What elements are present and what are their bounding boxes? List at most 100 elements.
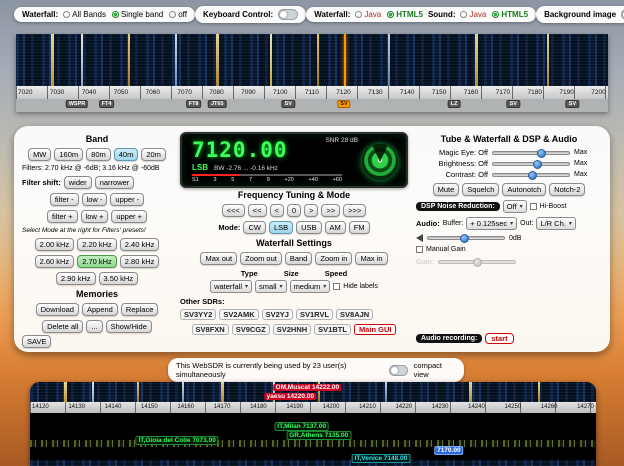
mode-button[interactable]: CW (243, 221, 266, 234)
band-marker[interactable]: LZ (448, 100, 461, 108)
compact-view-toggle[interactable] (389, 365, 408, 376)
volume-thumb[interactable] (460, 234, 469, 243)
band-marker[interactable]: JT65 (208, 100, 227, 108)
station-tag[interactable]: 7170.00 (434, 446, 464, 455)
filter-preset-button[interactable]: 3.50 kHz (99, 272, 139, 285)
filter-shift-button[interactable]: low - (82, 193, 108, 206)
station-tag[interactable]: IT,Gioia del Colle 7073.00 (136, 436, 219, 445)
filter-preset-button[interactable]: 2.90 kHz (56, 272, 96, 285)
waterfall-speed-select[interactable]: medium (290, 280, 331, 293)
station-tag[interactable]: IT,Venice 7148.00 (352, 454, 411, 463)
buffer-select[interactable]: + 0.125sec (466, 217, 517, 230)
tuning-step-button[interactable]: <<< (222, 204, 245, 217)
audio-function-button[interactable]: Squelch (462, 183, 499, 196)
mode-button[interactable]: FM (349, 221, 370, 234)
other-sdr-link[interactable]: SV1BTL (314, 324, 351, 335)
waterfall-zoom-button[interactable]: Max in (355, 252, 387, 265)
volume-slider[interactable] (427, 236, 505, 240)
waterfall-option-radio[interactable]: off (169, 10, 187, 19)
band-button[interactable]: 40m (114, 148, 139, 161)
filter-preset-button[interactable]: 2.00 kHz (35, 238, 75, 251)
band-button[interactable]: MW (28, 148, 51, 161)
band-marker[interactable]: FT8 (186, 100, 202, 108)
slider-thumb[interactable] (528, 171, 537, 180)
band-marker[interactable]: WSPR (66, 100, 89, 108)
audio-function-button[interactable]: Notch-2 (549, 183, 585, 196)
filter-shift-button[interactable]: upper - (110, 193, 144, 206)
band-marker[interactable]: SV (566, 100, 579, 108)
memory-button[interactable]: Append (82, 303, 118, 316)
filter-shift-button[interactable]: low + (81, 210, 109, 223)
mode-button[interactable]: LSB (269, 221, 293, 234)
waterfall-zoom-button[interactable]: Zoom in (315, 252, 352, 265)
waterfall-render-radio[interactable]: Java (355, 10, 381, 19)
frequency-scale-20m[interactable]: 1412014130141401415014160141701418014190… (30, 402, 596, 413)
waterfall-render-radio[interactable]: HTML5 (387, 10, 423, 19)
other-sdr-link[interactable]: SV3YY2 (180, 309, 216, 320)
main-gui-link[interactable]: Main GUI (354, 324, 397, 335)
filter-preset-button[interactable]: 2.20 kHz (77, 238, 117, 251)
band-marker[interactable]: FT4 (99, 100, 115, 108)
waterfall-option-radio[interactable]: All Bands (63, 10, 106, 19)
band-marker[interactable]: SV (507, 100, 520, 108)
waterfall-option-radio[interactable]: Single band (112, 10, 163, 19)
memory-button[interactable]: ... (86, 320, 102, 333)
tuning-step-button[interactable]: < (270, 204, 284, 217)
tuning-step-button[interactable]: >>> (343, 204, 366, 217)
audio-function-button[interactable]: Autonotch (502, 183, 546, 196)
band-button[interactable]: 80m (86, 148, 111, 161)
dsp-nr-select[interactable]: Off (503, 200, 527, 213)
other-sdr-link[interactable]: SV1RVL (296, 309, 333, 320)
memory-button[interactable]: Show/Hide (106, 320, 152, 333)
other-sdr-link[interactable]: SV2AMK (219, 309, 258, 320)
other-sdr-link[interactable]: SV2HNH (273, 324, 311, 335)
hi-boost-checkbox[interactable] (530, 203, 537, 210)
station-tag[interactable]: GR,Athens 7135.00 (286, 431, 351, 440)
secondary-40m-area[interactable]: IT,Milan 7137.00GR,Athens 7135.00 IT,Gioi… (30, 413, 596, 466)
filter-shift-button[interactable]: narrower (95, 176, 135, 189)
memory-button[interactable]: Download (36, 303, 79, 316)
mode-button[interactable]: USB (296, 221, 321, 234)
sound-render-radio[interactable]: Java (460, 10, 486, 19)
other-sdr-link[interactable]: SV8AJN (336, 309, 373, 320)
band-button[interactable]: 160m (54, 148, 83, 161)
memory-button[interactable]: Replace (121, 303, 159, 316)
band-button[interactable]: 20m (141, 148, 166, 161)
other-sdr-link[interactable]: SV2YJ (262, 309, 293, 320)
waterfall-size-select[interactable]: small (255, 280, 287, 293)
waterfall-zoom-button[interactable]: Zoom out (240, 252, 282, 265)
slider[interactable] (492, 162, 570, 166)
slider-thumb[interactable] (537, 149, 546, 158)
slider[interactable] (492, 173, 570, 177)
hide-labels-checkbox[interactable] (333, 283, 340, 290)
other-sdr-link[interactable]: SV8FXN (192, 324, 229, 335)
memory-button[interactable]: Delete all (42, 320, 83, 333)
out-select[interactable]: L/R Ch. (536, 217, 575, 230)
keyboard-control-toggle[interactable] (278, 9, 298, 20)
station-tag[interactable]: OM,Muscat 14222.00 (274, 384, 342, 391)
waterfall-type-select[interactable]: waterfall (210, 280, 252, 293)
recording-start-button[interactable]: start (485, 333, 513, 344)
frequency-scale-40m[interactable]: 7020703070407050706070707080709071007110… (16, 86, 608, 99)
mode-button[interactable]: AM (325, 221, 346, 234)
other-sdr-link[interactable]: SV9CGZ (232, 324, 270, 335)
sound-render-radio[interactable]: HTML5 (492, 10, 528, 19)
filter-preset-button[interactable]: 2.40 kHz (120, 238, 160, 251)
band-marker[interactable]: SV (337, 100, 350, 108)
tuning-step-button[interactable]: >> (321, 204, 340, 217)
tuning-step-button[interactable]: 0 (287, 204, 301, 217)
tuning-step-button[interactable]: << (248, 204, 267, 217)
filter-preset-button[interactable]: 2.80 kHz (120, 255, 160, 268)
tuning-step-button[interactable]: > (304, 204, 318, 217)
spectrogram-20m[interactable]: OM,Muscat 14222.00 yaesu 14220.00 (30, 382, 596, 402)
spectrogram-40m[interactable] (16, 34, 608, 86)
station-tag[interactable]: yaesu 14220.00 (265, 393, 316, 400)
band-marker[interactable]: SV (282, 100, 295, 108)
waterfall-zoom-button[interactable]: Max out (200, 252, 237, 265)
station-tag[interactable]: IT,Milan 7137.00 (274, 422, 329, 431)
filter-preset-button[interactable]: 2.70 kHz (77, 255, 117, 268)
filter-shift-button[interactable]: wider (64, 176, 92, 189)
filter-shift-button[interactable]: upper + (111, 210, 147, 223)
waterfall-zoom-button[interactable]: Band (285, 252, 313, 265)
filter-preset-button[interactable]: 2.60 kHz (35, 255, 75, 268)
